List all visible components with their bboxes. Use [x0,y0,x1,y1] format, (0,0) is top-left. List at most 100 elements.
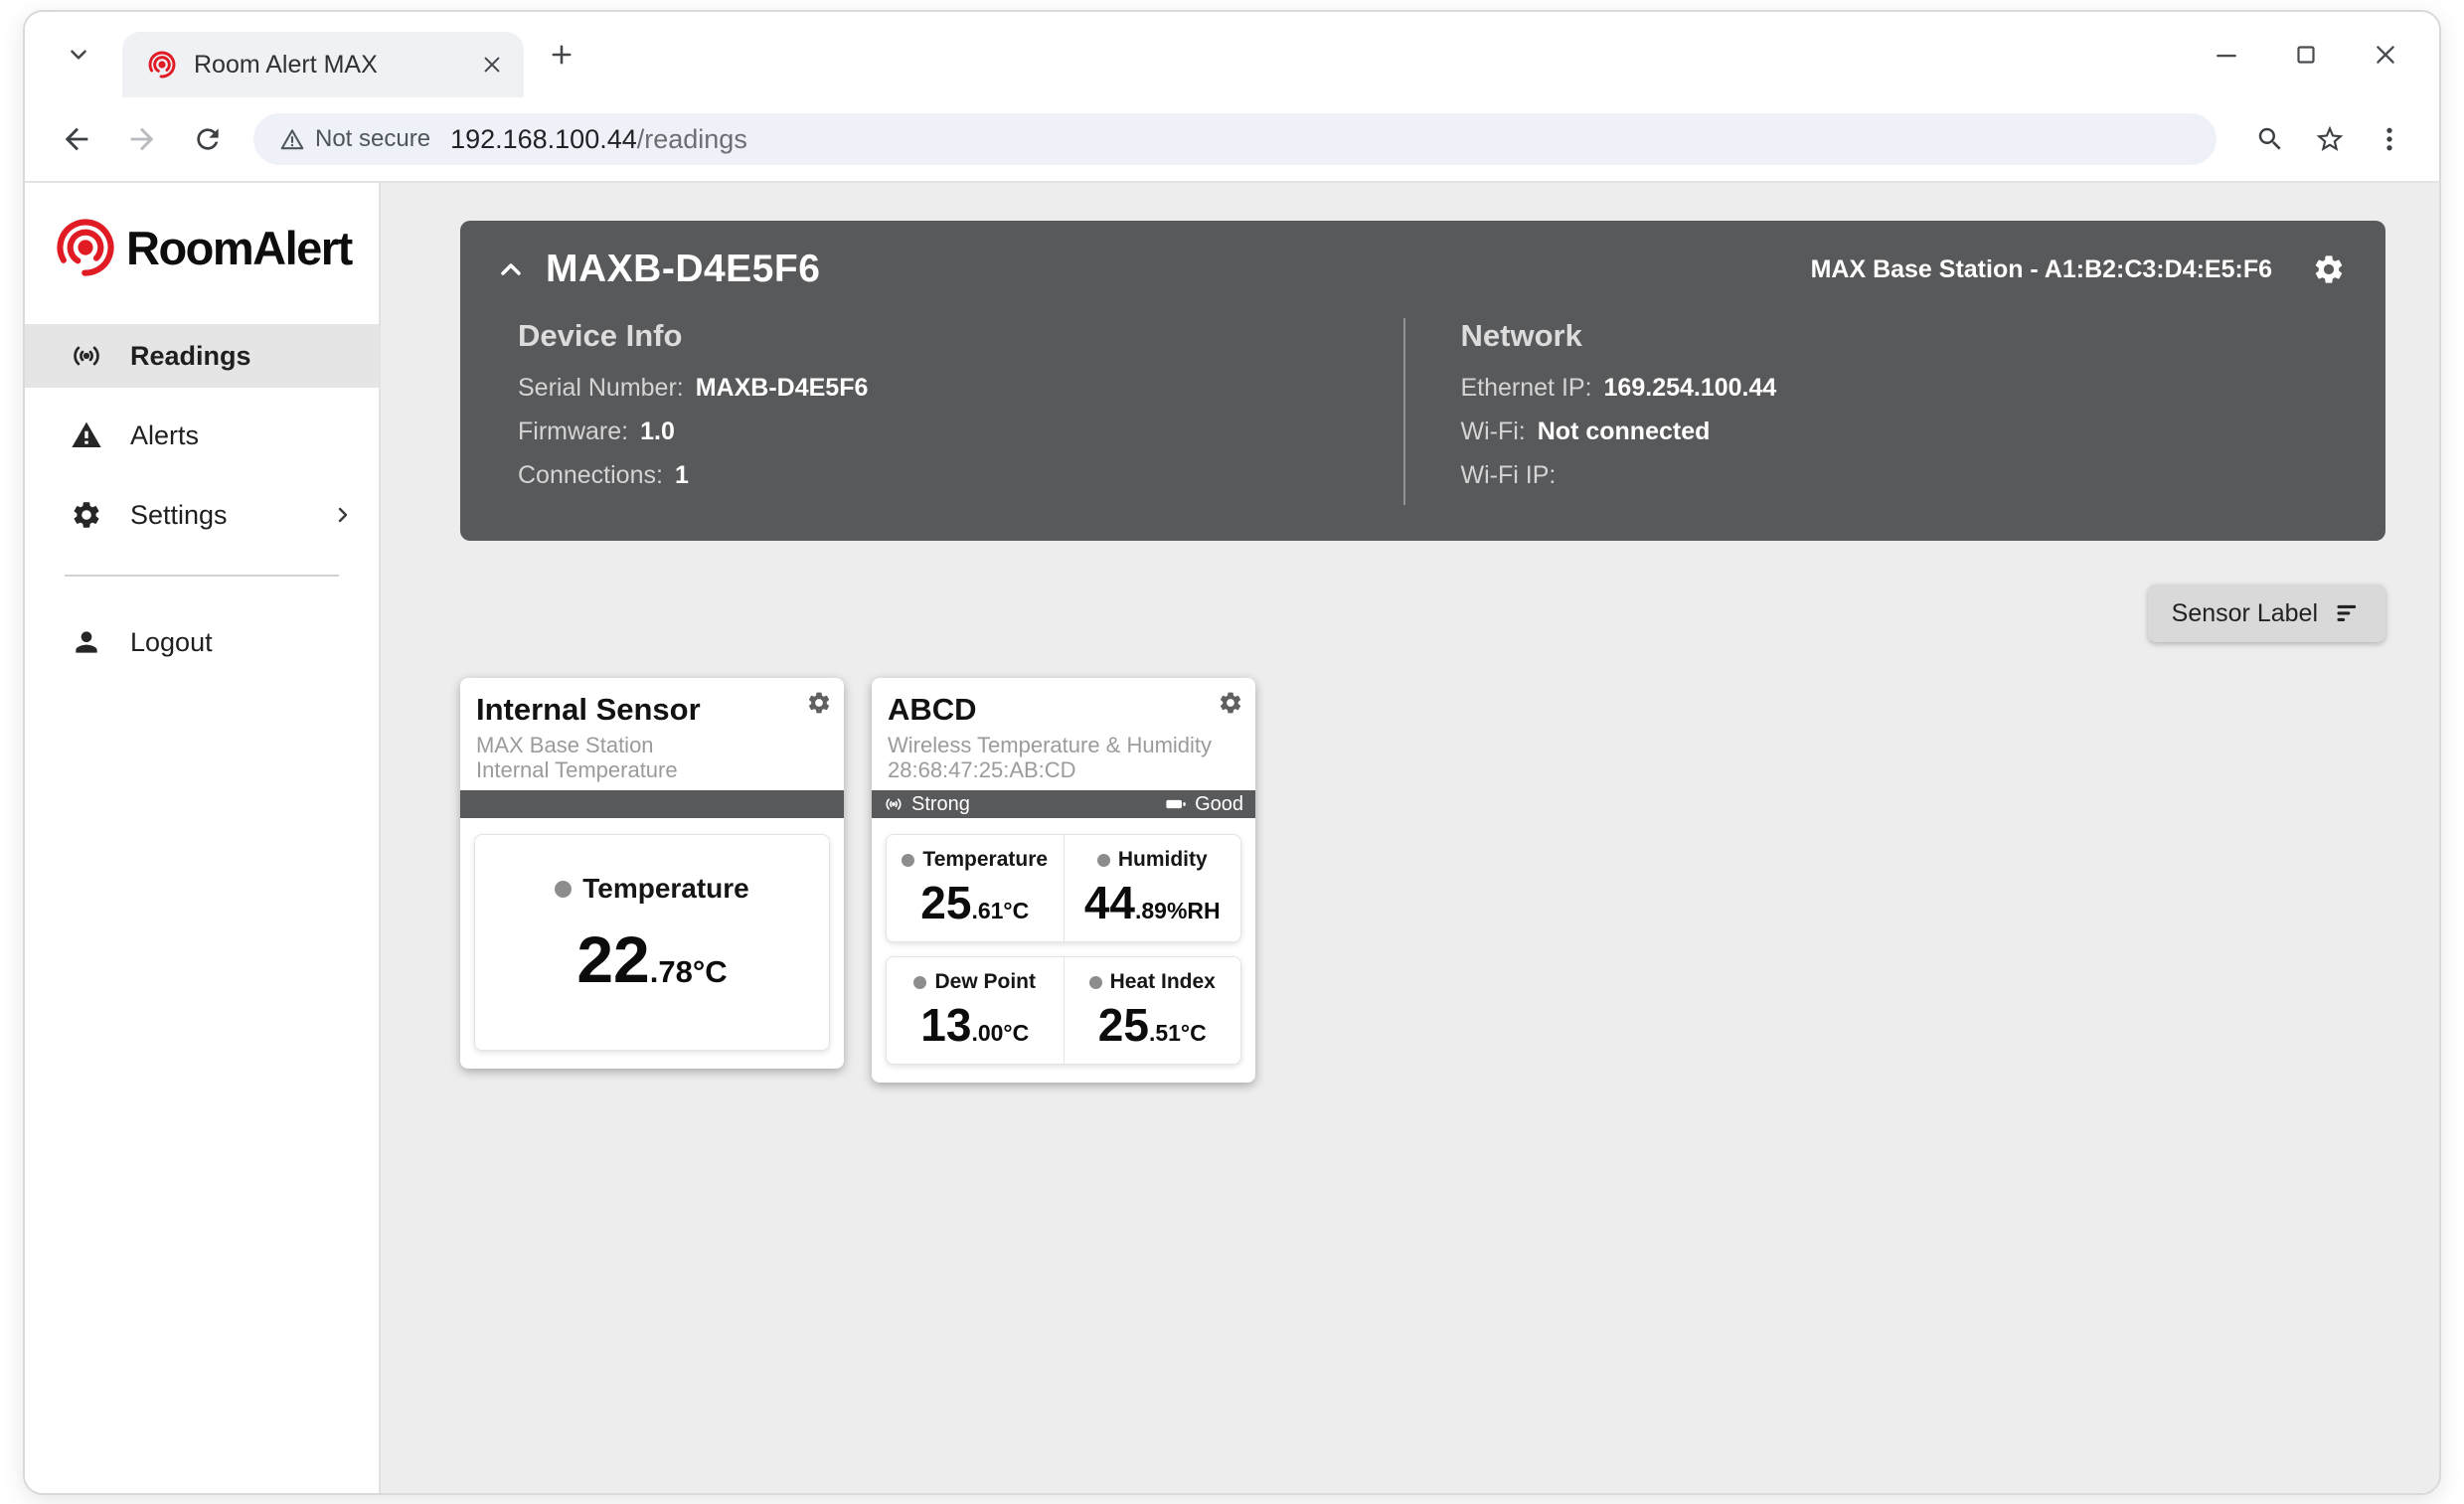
kebab-menu-icon [2375,124,2404,154]
reload-icon [192,123,224,155]
reading-cell-heat-index: Heat Index 25.51°C [1063,957,1241,1065]
reload-button[interactable] [182,113,234,165]
device-header-right: MAX Base Station - A1:B2:C3:D4:E5:F6 [1811,247,2352,292]
sidebar-item-logout[interactable]: Logout [25,610,379,674]
url-path: /readings [636,123,747,154]
alert-triangle-icon [69,419,104,451]
device-card: MAXB-D4E5F6 MAX Base Station - A1:B2:C3:… [460,221,2385,541]
reading-label: Dew Point [934,970,1036,994]
connections-label: Connections: [518,461,663,489]
sidebar-item-label: Settings [130,499,228,530]
tab-close-button[interactable] [474,47,510,83]
device-card-header: MAXB-D4E5F6 MAX Base Station - A1:B2:C3:… [460,221,2385,304]
reading-dot-icon [1088,975,1102,989]
ethernet-ip-label: Ethernet IP: [1460,374,1592,402]
network-section: Network Ethernet IP: 169.254.100.44 Wi-F… [1402,318,2347,505]
sensor-name: ABCD [888,692,977,727]
sensor-cards-row: Internal Sensor MAX Base Station Interna… [460,678,2385,1084]
brand-part2: Alert [252,221,353,274]
sidebar-item-label: Readings [130,340,251,371]
sensor-card-body: Temperature 22.78°C [460,818,844,1069]
firmware-row: Firmware: 1.0 [518,418,1403,446]
reading-value-unit: .89%RH [1135,898,1221,924]
sensor-card-abcd: ABCD Wireless Temperature & Humidity 28:… [872,678,1255,1084]
sensor-settings-button[interactable] [1218,690,1243,716]
arrow-right-icon [125,122,159,156]
security-label: Not secure [315,125,431,152]
sensor-subtitle-line2: 28:68:47:25:AB:CD [888,757,1076,783]
reading-cell-humidity: Humidity 44.89%RH [1063,835,1241,942]
reading-label: Heat Index [1109,970,1216,994]
signal-status: Strong [884,793,970,816]
forward-button[interactable] [116,113,168,165]
reading-value-int: 44 [1083,877,1135,929]
signal-strength-icon [884,794,903,814]
sidebar-item-settings[interactable]: Settings [25,483,379,547]
sensor-card-body: Temperature 25.61°C Humidity 44.89%RH De… [872,818,1255,1083]
sensor-card-header: ABCD Wireless Temperature & Humidity 28:… [872,678,1255,790]
device-card-body: Device Info Serial Number: MAXB-D4E5F6 F… [460,304,2385,505]
browser-tab[interactable]: Room Alert MAX [122,32,524,97]
url-text: 192.168.100.44/readings [450,124,747,155]
reading-value: 13.00°C [887,1002,1064,1048]
roomalert-logo-icon [51,213,120,282]
ethernet-ip-row: Ethernet IP: 169.254.100.44 [1461,374,2347,403]
maximize-button[interactable] [2266,23,2346,86]
reading-label: Temperature [922,848,1049,872]
sidebar-item-alerts[interactable]: Alerts [25,404,379,467]
zoom-button[interactable] [2244,113,2296,165]
ethernet-ip-value: 169.254.100.44 [1603,374,1777,402]
sensor-subtitle-line2: Internal Temperature [476,757,678,783]
star-icon [2314,123,2346,155]
serial-number-value: MAXB-D4E5F6 [695,374,869,402]
tab-search-button[interactable] [55,31,102,79]
reading-dot-icon [902,853,915,867]
sensor-subtitle-line1: MAX Base Station [476,733,654,757]
reading-panel: Temperature 22.78°C [474,834,830,1052]
firmware-value: 1.0 [640,418,675,445]
connections-row: Connections: 1 [518,461,1403,490]
window-close-button[interactable] [2346,23,2425,86]
reading-value: 22.78°C [485,926,819,992]
address-bar[interactable]: Not secure 192.168.100.44/readings [253,113,2217,165]
tab-favicon-roomalert-icon [146,49,178,81]
sensor-status-bar: Strong Good [872,790,1255,819]
back-button[interactable] [51,113,102,165]
collapse-button[interactable] [488,247,534,292]
toolbar-actions [2236,113,2415,165]
network-heading: Network [1460,318,1582,353]
reading-value-int: 13 [920,999,972,1052]
sensor-name: Internal Sensor [476,692,701,727]
reading-panel-row2: Dew Point 13.00°C Heat Index 25.51°C [886,956,1241,1066]
browser-menu-button[interactable] [2364,113,2415,165]
device-settings-button[interactable] [2306,247,2352,292]
minimize-icon [2214,42,2239,68]
serial-number-row: Serial Number: MAXB-D4E5F6 [518,374,1403,403]
new-tab-button[interactable] [538,31,585,79]
wifi-ip-row: Wi-Fi IP: [1461,461,2347,490]
browser-toolbar: Not secure 192.168.100.44/readings [25,97,2439,183]
reading-panel-row1: Temperature 25.61°C Humidity 44.89%RH [886,834,1241,943]
sort-lines-icon [2334,599,2362,627]
logout-label: Logout [130,626,213,657]
wifi-label: Wi-Fi: [1460,418,1526,445]
battery-icon [1165,793,1187,815]
bookmark-button[interactable] [2304,113,2356,165]
maximize-icon [2294,43,2318,67]
reading-value-int: 22 [576,922,650,997]
close-icon [2373,42,2398,68]
reading-label-row: Humidity [1065,848,1241,872]
sidebar-item-readings[interactable]: Readings [25,324,379,388]
sensor-settings-button[interactable] [806,690,832,716]
person-icon [69,626,104,658]
minimize-button[interactable] [2187,23,2266,86]
reading-label: Temperature [582,873,749,905]
tab-title: Room Alert MAX [194,50,378,79]
sensor-label-sort-button[interactable]: Sensor Label [2147,585,2385,642]
roomalert-logo[interactable]: RoomAlert [25,213,379,282]
battery-level-label: Good [1195,792,1243,815]
reading-value-unit: .61°C [971,898,1030,924]
wifi-ip-label: Wi-Fi IP: [1460,461,1557,489]
connections-value: 1 [674,461,689,489]
firmware-label: Firmware: [518,418,629,445]
